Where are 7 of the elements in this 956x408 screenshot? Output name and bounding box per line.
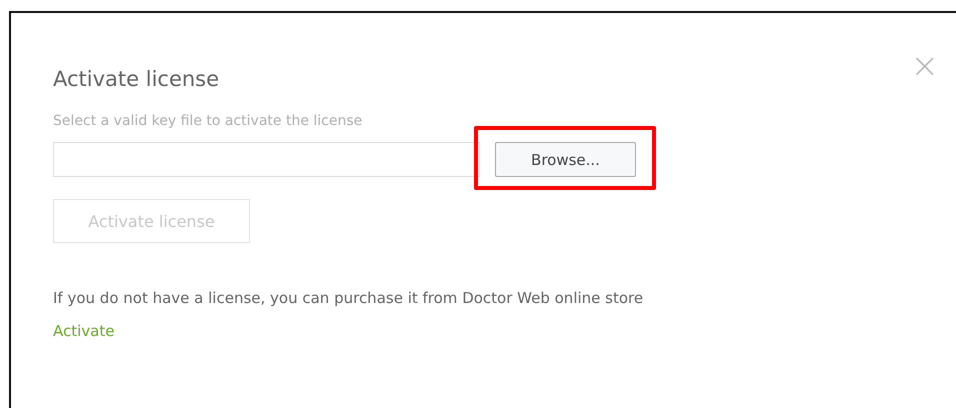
key-file-field[interactable] [53,142,480,177]
browse-button[interactable]: Browse... [495,142,636,177]
purchase-text: If you do not have a license, you can purchase it from Doctor Web online store [53,289,644,307]
dialog-title: Activate license [53,67,220,91]
hint-text: Select a valid key file to activate the license [53,113,364,129]
close-button[interactable]: × [910,49,939,83]
activate-link[interactable]: Activate [53,322,114,340]
